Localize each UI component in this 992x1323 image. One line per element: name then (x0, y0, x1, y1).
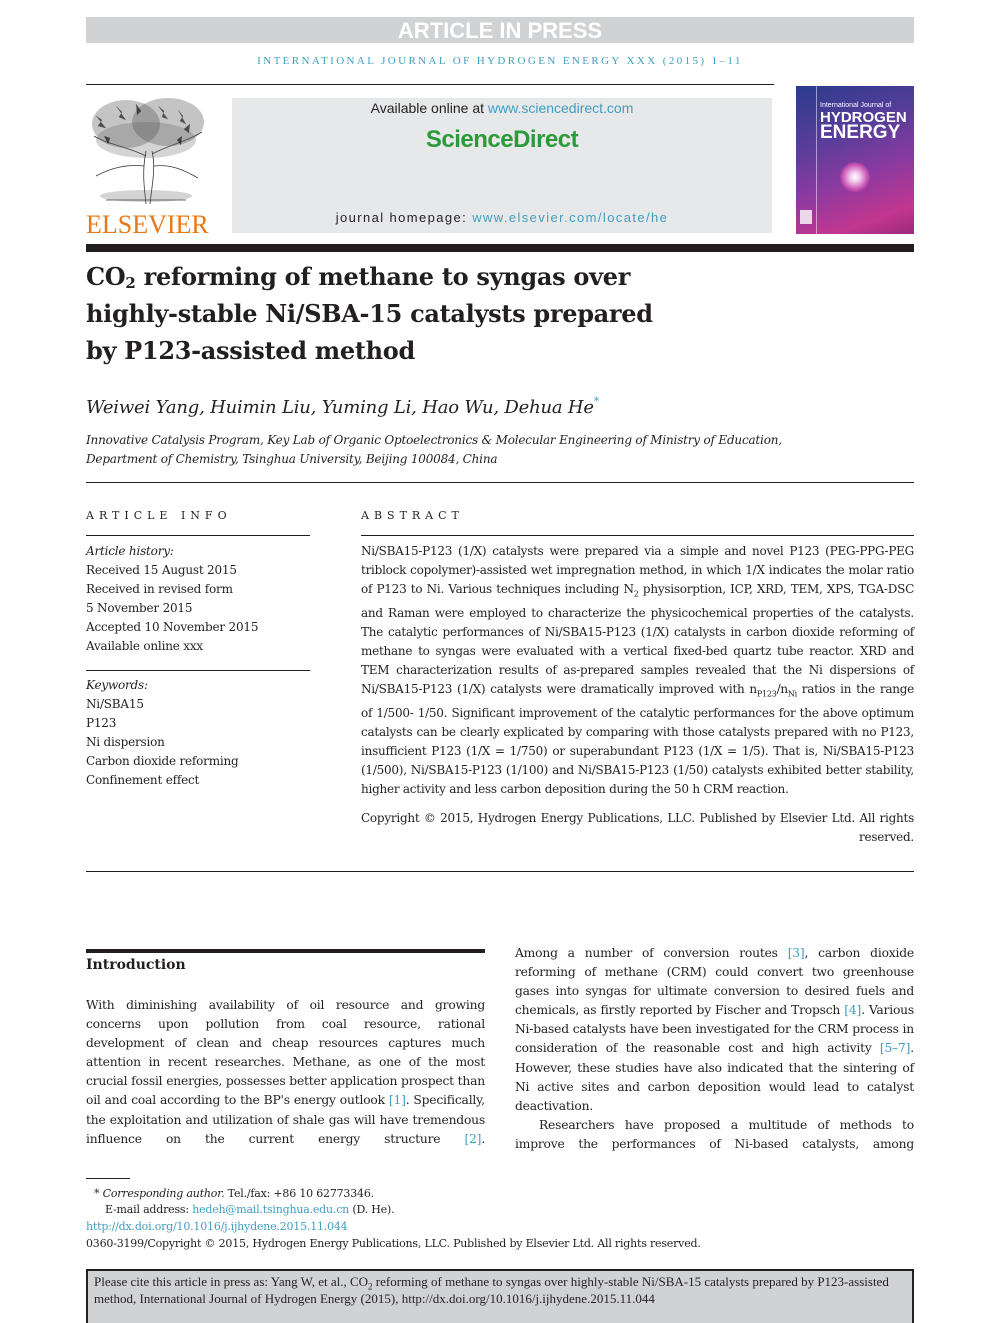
elsevier-tree-icon (86, 96, 208, 206)
email-link[interactable]: hedeh@mail.tsinghua.edu.cn (192, 1203, 349, 1216)
abstract-paragraph: Ni/SBA15-P123 (1/X) catalysts were prepa… (361, 542, 914, 799)
keyword-item: Ni dispersion (86, 735, 165, 749)
title-subscript: 2 (125, 274, 136, 292)
intro-paragraph: Researchers have proposed a multitude of… (515, 1117, 914, 1151)
intro-text: With diminishing availability of oil res… (86, 998, 485, 1108)
ni-subscript: Ni (787, 689, 797, 699)
footnote-label: Corresponding author. (102, 1187, 225, 1200)
cover-title-line2: ENERGY (820, 122, 901, 143)
abstract-heading: ABSTRACT (361, 509, 464, 522)
history-item: 5 November 2015 (86, 601, 193, 615)
p123-subscript: P123 (756, 689, 777, 699)
keyword-item: Confinement effect (86, 773, 200, 787)
article-in-press-banner: ARTICLE IN PRESS (86, 17, 914, 43)
citation-link[interactable]: [4] (844, 1003, 861, 1017)
cover-publisher-logo (800, 210, 812, 224)
history-item: Received 15 August 2015 (86, 563, 237, 577)
elsevier-wordmark: ELSEVIER (86, 210, 209, 239)
citation-box: Please cite this article in press as: Ya… (86, 1269, 914, 1323)
corresponding-author-marker[interactable]: * (594, 395, 600, 408)
article-info-heading: ARTICLE INFO (86, 509, 232, 522)
citation-link[interactable]: [1] (389, 1093, 406, 1107)
abstract-text: ratios in the range of 1/500- 1/50. Sign… (361, 682, 915, 796)
issn-copyright: 0360-3199/Copyright © 2015, Hydrogen Ene… (86, 1237, 701, 1250)
cover-orb-graphic (840, 162, 870, 192)
title-line1: reforming of methane to syngas over (135, 262, 631, 291)
keywords-rule (86, 670, 310, 671)
abstract-body: Ni/SBA15-P123 (1/X) catalysts were prepa… (361, 542, 914, 799)
citation-link[interactable]: [2] (464, 1132, 481, 1146)
cover-divider (816, 86, 817, 234)
introduction-heading: Introduction (86, 957, 186, 973)
intro-paragraph: Among a number of conversion routes [3],… (515, 944, 914, 1116)
footnote-rule (86, 1178, 130, 1179)
history-item: Available online xxx (86, 639, 203, 653)
sciencedirect-logo[interactable]: ScienceDirect (232, 126, 772, 154)
copyright-line2: reserved. (859, 830, 914, 845)
journal-running-head: INTERNATIONAL JOURNAL OF HYDROGEN ENERGY… (257, 55, 743, 67)
masthead-thick-rule (86, 244, 914, 252)
title-line2: highly-stable Ni/SBA-15 catalysts prepar… (86, 299, 653, 328)
intro-paragraph: With diminishing availability of oil res… (86, 996, 485, 1149)
citation-link[interactable]: [3] (788, 946, 805, 960)
doi-link[interactable]: http://dx.doi.org/10.1016/j.ijhydene.201… (86, 1220, 348, 1233)
author-list: Weiwei Yang, Huimin Liu, Yuming Li, Hao … (86, 395, 599, 418)
introduction-right-column: Among a number of conversion routes [3],… (515, 944, 914, 1154)
journal-homepage-label: journal homepage: (335, 210, 473, 225)
title-line3: by P123-assisted method (86, 336, 415, 365)
abstract-copyright: Copyright © 2015, Hydrogen Energy Public… (361, 809, 914, 847)
keywords-label: Keywords: (86, 678, 148, 692)
available-online-line: Available online at www.sciencedirect.co… (232, 100, 772, 116)
history-item: Received in revised form (86, 582, 233, 596)
authors-text: Weiwei Yang, Huimin Liu, Yuming Li, Hao … (86, 397, 594, 418)
introduction-rule (86, 949, 485, 953)
abstract-text: /n (776, 682, 789, 697)
copyright-line1: Copyright © 2015, Hydrogen Energy Public… (361, 811, 914, 825)
doi-footnote: http://dx.doi.org/10.1016/j.ijhydene.201… (86, 1218, 348, 1235)
journal-homepage-link[interactable]: www.elsevier.com/locate/he (472, 210, 668, 225)
introduction-left-column: With diminishing availability of oil res… (86, 996, 485, 1149)
cover-journal-subtitle: International Journal of (820, 102, 892, 109)
masthead-top-rule (86, 84, 774, 85)
citation-link[interactable]: [5–7] (880, 1041, 911, 1055)
cover-journal-title: HYDROGEN ENERGY (820, 110, 907, 143)
affiliation-line1: Innovative Catalysis Program, Key Lab of… (86, 433, 782, 447)
sciencedirect-box: Available online at www.sciencedirect.co… (232, 98, 772, 233)
history-label: Article history: (86, 544, 174, 558)
abstract-end-rule (86, 871, 914, 872)
affiliation-rule (86, 482, 914, 483)
history-item: Accepted 10 November 2015 (86, 620, 259, 634)
email-label: E-mail address: (105, 1203, 193, 1216)
sciencedirect-link[interactable]: www.sciencedirect.com (488, 100, 634, 116)
keyword-item: Carbon dioxide reforming (86, 754, 239, 768)
cite-text: Please cite this article in press as: Ya… (94, 1274, 369, 1289)
title-co: CO (86, 262, 126, 291)
footnote-marker: * (94, 1187, 100, 1200)
article-info-rule (86, 535, 310, 536)
abstract-rule (361, 535, 914, 536)
intro-text: . (481, 1131, 485, 1146)
corresponding-author-footnote: * Corresponding author. Tel./fax: +86 10… (94, 1185, 374, 1202)
journal-cover-image[interactable]: International Journal of HYDROGEN ENERGY (796, 86, 914, 234)
keyword-item: Ni/SBA15 (86, 697, 144, 711)
affiliation-line2: Department of Chemistry, Tsinghua Univer… (86, 452, 498, 466)
available-online-label: Available online at (370, 100, 488, 116)
intro-text: Among a number of conversion routes (515, 946, 788, 960)
elsevier-logo[interactable]: ELSEVIER (86, 96, 209, 239)
footnote-tel: Tel./fax: +86 10 62773346. (224, 1187, 374, 1200)
article-title: CO2 reforming of methane to syngas over … (86, 258, 726, 369)
email-suffix: (D. He). (349, 1203, 395, 1216)
abstract-text: physisorption, ICP, XRD, TEM, XPS, TGA-D… (361, 582, 914, 697)
keyword-item: P123 (86, 716, 117, 730)
journal-homepage-line: journal homepage: www.elsevier.com/locat… (232, 210, 772, 225)
email-footnote: E-mail address: hedeh@mail.tsinghua.edu.… (105, 1201, 395, 1218)
